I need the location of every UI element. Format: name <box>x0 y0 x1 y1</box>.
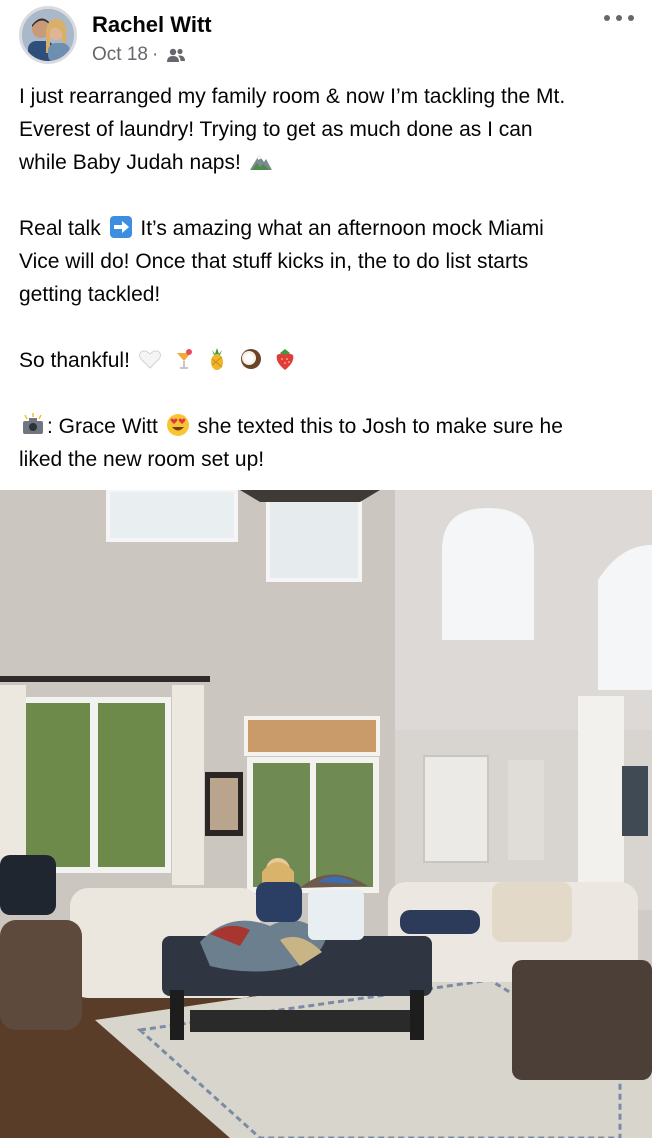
living-room-photo <box>0 490 652 1138</box>
more-dot <box>616 15 622 21</box>
post-date[interactable]: Oct 18 <box>92 44 148 66</box>
text-line: It’s amazing what an afternoon mock Miam… <box>140 217 544 240</box>
text-segment[interactable]: : Grace Witt <box>47 415 158 438</box>
strawberry-emoji <box>276 349 294 370</box>
post-body: I just rearranged my family room & now I… <box>19 80 637 476</box>
text-line: Everest of laundry! Trying to get as muc… <box>19 118 533 141</box>
text-line: getting tackled! <box>19 283 161 306</box>
more-dot <box>604 15 610 21</box>
post-paragraph-2: Real talk It’s amazing what an afternoon… <box>19 212 637 311</box>
avatar-photo <box>22 9 74 61</box>
text-segment: Real talk <box>19 217 101 240</box>
post-paragraph-4: : Grace Witt she texted this to Josh to … <box>19 410 637 476</box>
friends-icon <box>167 48 186 62</box>
post-paragraph-3: So thankful! <box>19 344 637 377</box>
post-meta: Oct 18 · <box>92 44 186 66</box>
heart-eyes-emoji <box>166 414 189 436</box>
camera-flash-emoji <box>23 413 43 434</box>
coconut-emoji <box>241 349 262 369</box>
text-line: I just rearranged my family room & now I… <box>19 85 566 108</box>
right-arrow-emoji <box>109 216 132 238</box>
tropical-drink-emoji <box>176 349 192 369</box>
avatar[interactable] <box>19 6 77 64</box>
more-options-icon[interactable] <box>604 8 634 28</box>
text-line: while Baby Judah naps! <box>19 151 241 174</box>
text-segment: she texted this to Josh to make sure he <box>197 415 563 438</box>
post-paragraph-1: I just rearranged my family room & now I… <box>19 80 637 179</box>
text-segment: So thankful! <box>19 349 130 372</box>
text-line: Vice will do! Once that stuff kicks in, … <box>19 250 529 273</box>
mountain-emoji <box>249 155 272 170</box>
author-name[interactable]: Rachel Witt <box>92 12 212 38</box>
more-dot <box>628 15 634 21</box>
meta-separator: · <box>151 44 159 65</box>
white-heart-emoji <box>138 350 161 369</box>
post-header: Rachel Witt Oct 18 · <box>0 0 652 80</box>
post-photo[interactable] <box>0 490 652 1138</box>
pineapple-emoji <box>211 348 224 370</box>
text-line: liked the new room set up! <box>19 448 265 471</box>
